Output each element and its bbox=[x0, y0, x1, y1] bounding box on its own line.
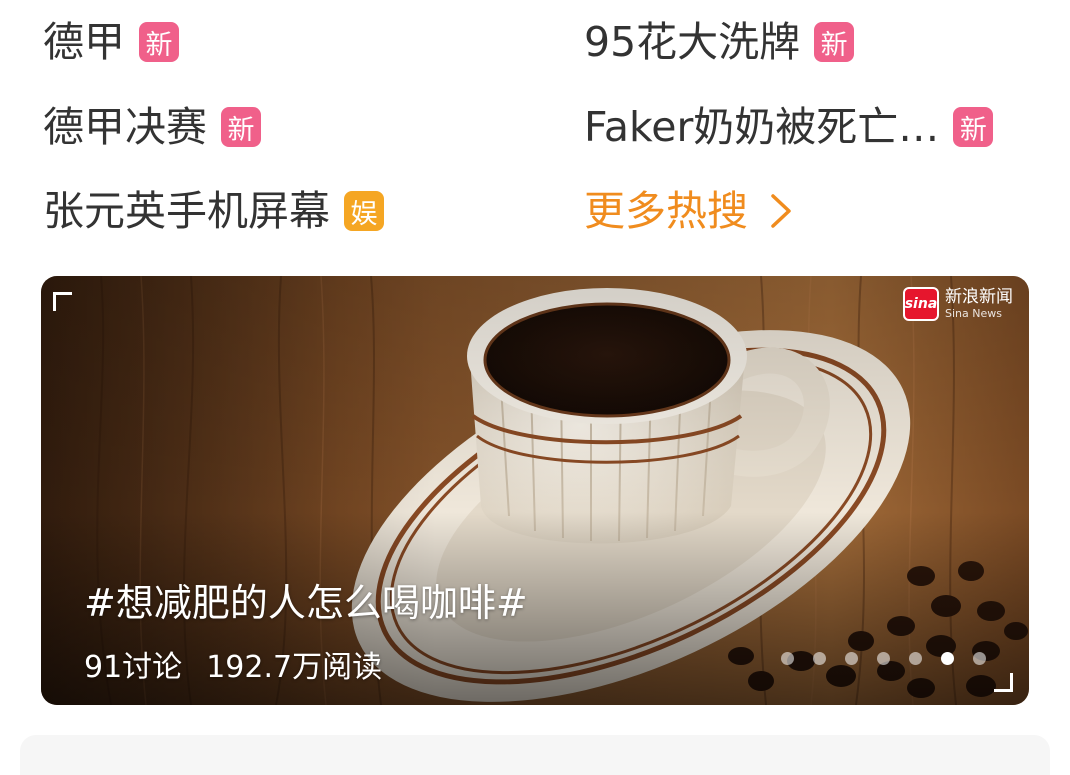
source-name-cn: 新浪新闻 bbox=[945, 287, 1013, 307]
source-name-en: Sina News bbox=[945, 307, 1002, 320]
corner-mark-top-left bbox=[53, 292, 72, 311]
topic-title: #想减肥的人怎么喝咖啡# bbox=[84, 581, 528, 625]
carousel-indicator bbox=[781, 652, 1005, 665]
hot-search-item-2[interactable]: 95花大洗牌 新 bbox=[584, 12, 855, 72]
carousel-dot[interactable] bbox=[877, 652, 890, 665]
sina-logo-icon: sina bbox=[903, 287, 939, 321]
carousel-dot[interactable] bbox=[781, 652, 794, 665]
new-badge: 新 bbox=[221, 107, 261, 147]
more-hot-search-label: 更多热搜 bbox=[584, 187, 748, 235]
carousel-dot[interactable] bbox=[973, 652, 986, 665]
coffee-cup-image bbox=[41, 276, 1029, 705]
hot-search-list: 德甲 新 95花大洗牌 新 德甲决赛 新 Faker奶奶被死亡… 新 张元英手机… bbox=[0, 0, 1070, 260]
topic-card[interactable]: sina 新浪新闻 Sina News #想减肥的人怎么喝咖啡# 91讨论 192… bbox=[41, 276, 1029, 705]
hot-search-item-3[interactable]: 德甲决赛 新 bbox=[43, 97, 261, 157]
corner-mark-bottom-right bbox=[994, 673, 1013, 692]
carousel-dot[interactable] bbox=[909, 652, 922, 665]
hot-search-label: 95花大洗牌 bbox=[584, 18, 801, 66]
hot-search-label: 德甲 bbox=[43, 18, 125, 66]
new-badge: 新 bbox=[814, 22, 855, 62]
read-count: 192.7万阅读 bbox=[206, 650, 383, 685]
hot-search-label: 德甲决赛 bbox=[43, 103, 207, 151]
new-badge: 新 bbox=[953, 107, 994, 147]
chevron-right-icon bbox=[771, 194, 791, 228]
next-card-edge bbox=[20, 735, 1050, 775]
hot-search-label: 张元英手机屏幕 bbox=[43, 187, 330, 235]
carousel-dot[interactable] bbox=[813, 652, 826, 665]
more-hot-search-link[interactable]: 更多热搜 bbox=[584, 181, 792, 241]
topic-stats: 91讨论 192.7万阅读 bbox=[84, 642, 382, 686]
hot-search-label: Faker奶奶被死亡… bbox=[584, 103, 940, 151]
hot-search-item-1[interactable]: 德甲 新 bbox=[43, 12, 179, 72]
hot-search-item-4[interactable]: Faker奶奶被死亡… 新 bbox=[584, 97, 994, 157]
carousel-dot[interactable] bbox=[845, 652, 858, 665]
new-badge: 新 bbox=[139, 22, 179, 62]
carousel-dot-active[interactable] bbox=[941, 652, 954, 665]
discussion-count: 91讨论 bbox=[84, 650, 183, 685]
entertainment-badge: 娱 bbox=[344, 191, 384, 231]
source-watermark: sina 新浪新闻 Sina News bbox=[903, 287, 1013, 321]
hot-search-item-5[interactable]: 张元英手机屏幕 娱 bbox=[43, 181, 384, 241]
